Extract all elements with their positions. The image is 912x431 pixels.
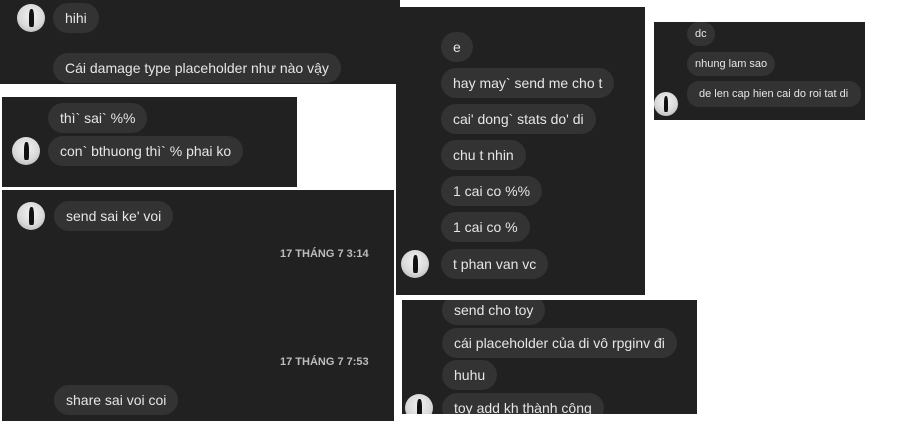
message-bubble[interactable]: 1 cai co %%: [441, 176, 543, 206]
timestamp: 17 THÁNG 7 3:14: [280, 248, 369, 260]
chat-panel-d: e hay may` send me cho t cai' dong` stat…: [396, 7, 645, 295]
message-bubble[interactable]: huhu: [442, 360, 498, 390]
avatar[interactable]: [12, 137, 40, 165]
avatar[interactable]: [17, 202, 45, 230]
chat-panel-c: send sai ke' voi 17 THÁNG 7 3:14 17 THÁN…: [2, 190, 394, 421]
message-bubble[interactable]: t phan van vc: [441, 249, 549, 279]
message-bubble[interactable]: share sai voi coi: [54, 385, 179, 415]
message-bubble[interactable]: dc: [687, 22, 715, 46]
message-bubble[interactable]: send sai ke' voi: [54, 201, 174, 231]
avatar[interactable]: [405, 394, 433, 414]
avatar[interactable]: [654, 92, 678, 116]
message-bubble[interactable]: send cho toy: [442, 300, 546, 325]
message-bubble[interactable]: hihi: [53, 3, 99, 33]
chat-panel-a: hihi Cái damage type placeholder như nào…: [0, 0, 400, 84]
message-bubble[interactable]: toy add kh thành công: [442, 393, 604, 414]
avatar-figure: [28, 207, 34, 225]
timestamp: 17 THÁNG 7 7:53: [280, 356, 369, 368]
message-bubble[interactable]: 1 cai co %: [441, 212, 530, 242]
chat-panel-e: dc nhung lam sao de len cap hien cai do …: [654, 22, 865, 120]
avatar[interactable]: [401, 250, 429, 278]
chat-panel-f: send cho toy cái placeholder của di vô r…: [402, 300, 697, 414]
message-bubble[interactable]: con` bthuong thì` % phai ko: [48, 136, 244, 166]
message-bubble[interactable]: nhung lam sao: [687, 52, 776, 76]
avatar-figure: [28, 9, 34, 27]
avatar-figure: [664, 96, 669, 112]
message-bubble[interactable]: cai' dong` stats do' di: [441, 104, 596, 134]
avatar-figure: [23, 142, 29, 160]
message-bubble[interactable]: Cái damage type placeholder như nào vậy: [53, 53, 341, 83]
message-bubble[interactable]: chu t nhin: [441, 140, 526, 170]
chat-panel-b: thì` sai` %% con` bthuong thì` % phai ko: [2, 97, 297, 187]
avatar-figure: [412, 255, 418, 273]
message-bubble[interactable]: thì` sai` %%: [48, 103, 148, 133]
message-bubble[interactable]: de len cap hien cai do roi tat di: [687, 81, 861, 107]
message-bubble[interactable]: e: [441, 32, 473, 62]
avatar-figure: [416, 399, 422, 414]
avatar[interactable]: [17, 4, 45, 32]
message-bubble[interactable]: cái placeholder của di vô rpginv đi: [442, 328, 677, 358]
message-bubble[interactable]: hay may` send me cho t: [441, 68, 615, 98]
